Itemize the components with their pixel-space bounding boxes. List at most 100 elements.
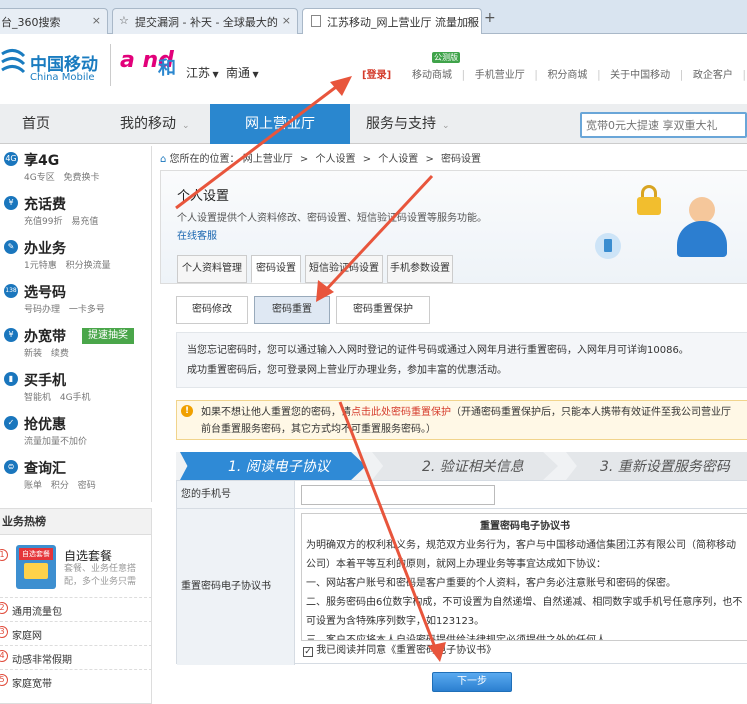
site-search-box[interactable] [580, 112, 747, 138]
chevron-down-icon: ⌄ [182, 121, 190, 131]
sidebar-item-recharge[interactable]: ¥ 充话费 充值99折 易充值 [0, 190, 152, 234]
page-title: 个人设置 [177, 189, 230, 204]
phone-icon: ▮ [4, 372, 18, 386]
main-nav: 首页 我的移动 ⌄ 网上营业厅 服务与支持 ⌄ [0, 104, 747, 144]
phone-row [295, 481, 747, 509]
browser-tab-jiangsu-mobile[interactable]: 江苏移动_网上营业厅 流量加服 × [302, 8, 482, 35]
hot-item-home-broadband[interactable]: 5 家庭宽带 [0, 669, 152, 693]
browser-tab-360[interactable]: 台_360搜索 × [0, 8, 108, 34]
next-step-button[interactable]: 下一步 [432, 672, 512, 692]
breadcrumb-item: 密码设置 [441, 154, 482, 165]
hot-feature-title: 自选套餐 [64, 549, 113, 563]
tab-profile[interactable]: 个人资料管理 [177, 255, 247, 283]
divider [110, 44, 111, 86]
china-mobile-logo-icon[interactable] [0, 48, 26, 78]
sidebar-item-broadband[interactable]: ¥ 办宽带 提速抽奖 新装 续费 [0, 322, 152, 366]
step-1-label: 1. 阅读电子协议 [228, 459, 330, 475]
personal-settings-header: 个人设置 个人设置提供个人资料修改、密码设置、短信验证码设置等服务功能。 在线客… [160, 170, 747, 284]
sidebar-menu: 4G 享4G 4G专区 免费换卡 ¥ 充话费 充值99折 易充值 ✎ 办业务 1… [0, 146, 152, 502]
sidebar-item-number[interactable]: 138 选号码 号码办理 一卡多号 [0, 278, 152, 322]
breadcrumb-item[interactable]: 个人设置 [316, 154, 356, 165]
breadcrumb: ⌂ 您所在的位置： 网上营业厅 > 个人设置 > 个人设置 > 密码设置 [160, 154, 482, 165]
close-icon[interactable]: × [92, 14, 101, 27]
sidebar-item-phone[interactable]: ▮ 买手机 智能机 4G手机 [0, 366, 152, 410]
sidebar-item-4g[interactable]: 4G 享4G 4G专区 免费换卡 [0, 146, 152, 190]
site-search-input[interactable] [582, 114, 742, 136]
sidebar-item-query[interactable]: ⊜ 查询汇 账单 积分 密码 [0, 454, 152, 498]
home-icon[interactable]: ⌂ [160, 154, 166, 165]
yen-icon: ¥ [4, 196, 18, 210]
query-icon: ⊜ [4, 460, 18, 474]
page-desc: 个人设置提供个人资料修改、密码设置、短信验证码设置等服务功能。 [177, 213, 487, 224]
nav-service-support[interactable]: 服务与支持 ⌄ [366, 104, 450, 144]
step-3-label: 3. 重新设置服务密码 [600, 459, 730, 475]
tab-label: 台_360搜索 [1, 16, 61, 29]
nav-online-hall[interactable]: 网上营业厅 [210, 104, 350, 144]
top-nav-points-mall[interactable]: 积分商城 [547, 70, 587, 81]
tab-label: 江苏移动_网上营业厅 流量加服 [327, 16, 479, 29]
reset-form: 您的手机号 重置密码电子协议书 重置密码电子协议书 为明确双方的权利和义务，规范… [176, 480, 747, 665]
reset-info-box: 当您忘记密码时，您可以通过输入入网时登记的证件号码或通过入网年月进行重置密码，入… [176, 332, 747, 388]
hot-item-flow[interactable]: 2 通用流量包 [0, 597, 152, 621]
yen-icon: ¥ [4, 328, 18, 342]
close-icon[interactable]: × [466, 14, 475, 27]
top-nav-mall[interactable]: 移动商城 [412, 70, 452, 81]
number-icon: 138 [4, 284, 18, 298]
beta-badge: 公测版 [432, 52, 460, 63]
chevron-down-icon: ▼ [210, 70, 219, 79]
agree-row: ✓ 我已阅读并同意《重置密码电子协议书》 [303, 643, 496, 659]
4g-icon: 4G [4, 152, 18, 166]
tab-label: 提交漏洞 - 补天 - 全球最大的 [135, 16, 278, 29]
subtab-password-reset[interactable]: 密码重置 [254, 296, 330, 324]
agreement-textbox[interactable]: 重置密码电子协议书 为明确双方的权利和义务，规范双方业务行为，客户与中国移动通信… [301, 513, 747, 641]
phone-number-input[interactable] [301, 485, 495, 505]
new-tab-button[interactable]: + [484, 10, 496, 26]
close-icon[interactable]: × [282, 14, 291, 27]
nav-home[interactable]: 首页 [22, 104, 50, 144]
hot-item-family-net[interactable]: 3 家庭网 [0, 621, 152, 645]
info-text: 当您忘记密码时，您可以通过输入入网时登记的证件号码或通过入网年月进行重置密码，入… [187, 345, 689, 356]
and-logo-text: 和 [158, 58, 176, 79]
agreement-title: 重置密码电子协议书 [480, 521, 570, 532]
top-nav-enterprise[interactable]: 政企客户 [693, 70, 733, 81]
subtab-reset-protection[interactable]: 密码重置保护 [336, 296, 430, 324]
pen-icon: ✎ [4, 240, 18, 254]
region-select-province[interactable]: 江苏 ▼ [186, 64, 219, 81]
browser-tab-bar: 台_360搜索 × ☆ 提交漏洞 - 补天 - 全球最大的 × 江苏移动_网上营… [0, 0, 747, 35]
phone-label: 您的手机号 [177, 481, 295, 509]
top-nav-about[interactable]: 关于中国移动 [610, 70, 670, 81]
nav-my-mobile[interactable]: 我的移动 ⌄ [120, 104, 190, 144]
breadcrumb-item[interactable]: 个人设置 [378, 154, 418, 165]
page-icon [311, 15, 321, 27]
tab-sms-code[interactable]: 短信验证码设置 [305, 255, 383, 283]
package-image: 自选套餐 [16, 545, 56, 589]
tab-password-settings[interactable]: 密码设置 [251, 255, 301, 283]
hot-title: 业务热榜 [0, 509, 151, 535]
breadcrumb-item[interactable]: 网上营业厅 [243, 154, 293, 165]
sidebar-item-business[interactable]: ✎ 办业务 1元特惠 积分换流量 [0, 234, 152, 278]
reset-protection-link[interactable]: 点击此处密码重置保护 [351, 407, 451, 418]
subtab-password-change[interactable]: 密码修改 [176, 296, 248, 324]
tab-phone-params[interactable]: 手机参数设置 [387, 255, 453, 283]
top-nav-links: 移动商城 | 手机营业厅 | 积分商城 | 关于中国移动 | 政企客户 | [412, 68, 747, 81]
step-progress-bar: 1. 阅读电子协议 2. 验证相关信息 3. 重新设置服务密码 [176, 452, 747, 480]
brand-name-en: China Mobile [30, 72, 95, 83]
chevron-down-icon: ⌄ [442, 121, 450, 131]
sidebar-item-offers[interactable]: ✓ 抢优惠 流量加量不加价 [0, 410, 152, 454]
login-link[interactable]: [登录] [362, 66, 391, 81]
hot-business-panel: 业务热榜 1 自选套餐 自选套餐 套餐、业务任意搭配，多个业务只需 2 通用流量… [0, 508, 152, 704]
site-header: 中国移动 China Mobile a nd 和 江苏 ▼ 南通 ▼ [登录] … [0, 34, 747, 104]
browser-tab-butian[interactable]: ☆ 提交漏洞 - 补天 - 全球最大的 × [112, 8, 298, 34]
hot-feature-item[interactable]: 1 自选套餐 自选套餐 套餐、业务任意搭配，多个业务只需 [0, 539, 152, 599]
hot-item-holiday[interactable]: 4 动感非常假期 [0, 645, 152, 669]
reset-protection-warning: ! 如果不想让他人重置您的密码，请点击此处密码重置保护（开通密码重置保护后，只能… [176, 400, 747, 440]
region-select-city[interactable]: 南通 ▼ [226, 64, 259, 81]
phone-bubble-icon [595, 233, 621, 259]
agree-checkbox[interactable]: ✓ [303, 647, 313, 657]
promo-badge[interactable]: 提速抽奖 [82, 328, 134, 344]
star-icon: ☆ [119, 14, 129, 27]
check-icon: ✓ [4, 416, 18, 430]
top-nav-mobile-hall[interactable]: 手机营业厅 [475, 70, 525, 81]
online-service-link[interactable]: 在线客服 [177, 227, 217, 242]
lock-icon [635, 185, 663, 215]
